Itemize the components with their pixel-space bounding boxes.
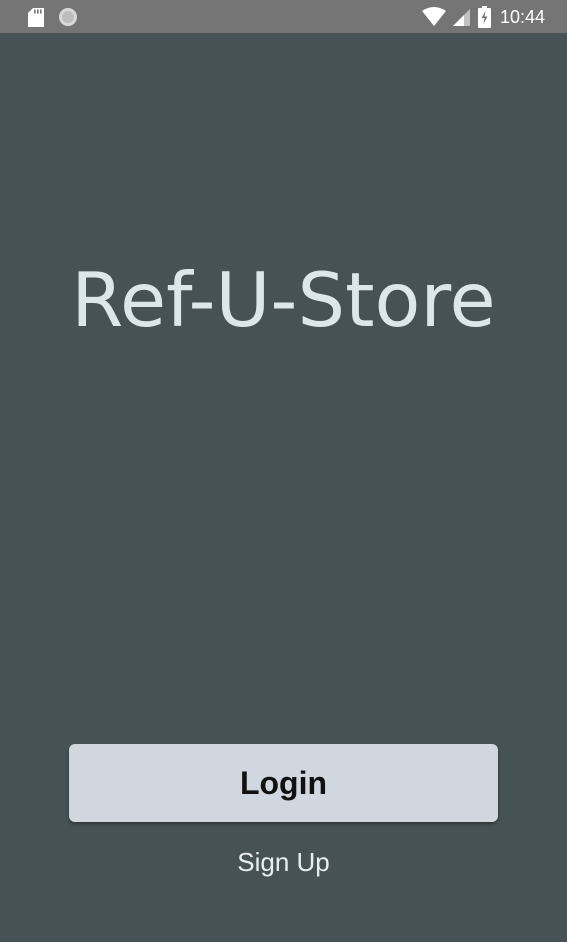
sign-up-link[interactable]: Sign Up xyxy=(0,845,567,879)
status-bar-time: 10:44 xyxy=(499,7,545,27)
status-bar-left xyxy=(28,7,78,27)
battery-charging-icon xyxy=(477,6,491,28)
login-button[interactable]: Login xyxy=(69,744,498,822)
signal-icon xyxy=(452,7,471,27)
wifi-icon xyxy=(421,7,446,27)
sd-card-icon xyxy=(28,7,44,27)
status-bar-right: 10:44 xyxy=(421,6,545,28)
status-bar: 10:44 xyxy=(0,0,567,33)
app-title: Ref-U-Store xyxy=(71,256,496,344)
circle-icon xyxy=(58,7,78,27)
